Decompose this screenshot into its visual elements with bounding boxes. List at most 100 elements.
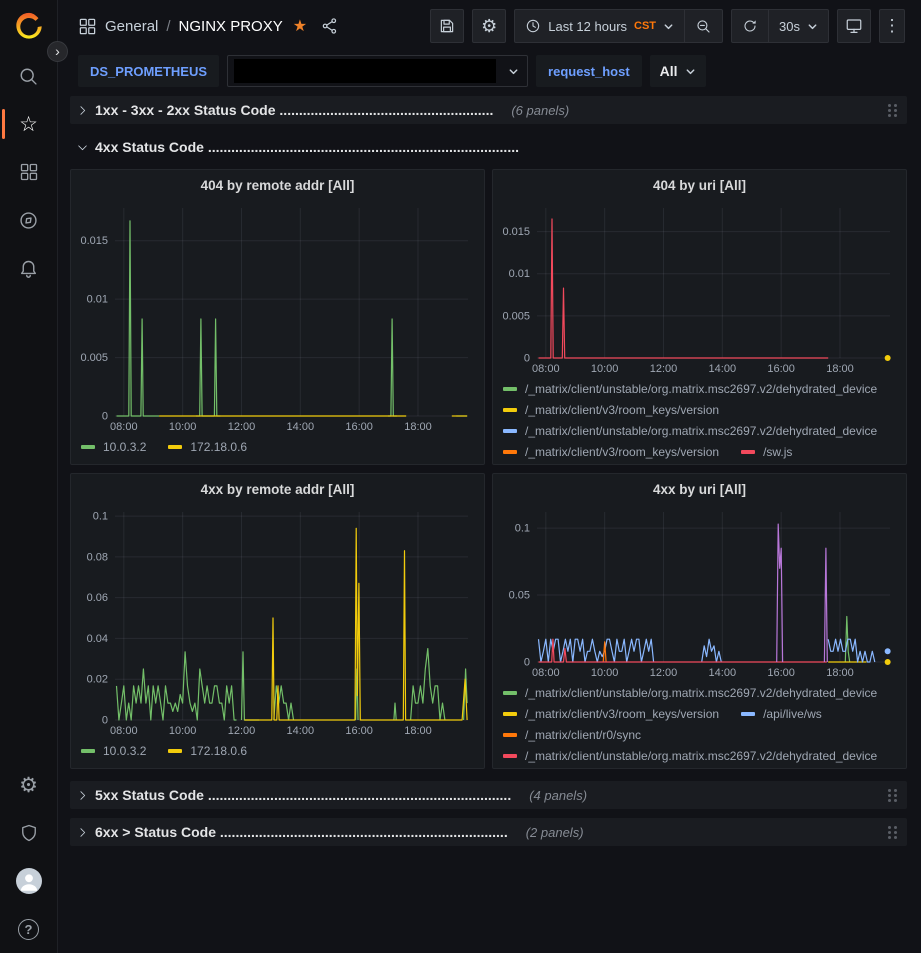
refresh-icon [742, 18, 758, 34]
legend-swatch [503, 429, 517, 433]
y-axis-tick-label: 0.02 [87, 674, 108, 686]
y-axis-tick-label: 0 [102, 715, 108, 727]
legend-item[interactable]: 172.18.0.6 [168, 436, 247, 457]
sidebar-item-profile[interactable] [0, 857, 58, 905]
legend-swatch [81, 445, 95, 449]
legend-item[interactable]: /_matrix/client/unstable/org.matrix.msc2… [503, 682, 877, 703]
chart-plot-area[interactable]: 00.050.108:0010:0012:0014:0016:0018:00 [499, 504, 900, 682]
row-6xx[interactable]: 6xx > Status Code ......................… [70, 818, 907, 846]
chevron-right-icon [76, 789, 89, 802]
chevron-down-icon [807, 21, 818, 32]
row-panel-count: (4 panels) [529, 788, 587, 803]
legend-item[interactable]: /_matrix/client/unstable/org.matrix.msc2… [503, 745, 877, 764]
series-point-marker [885, 659, 891, 665]
sidebar-item-dashboards[interactable] [0, 148, 58, 196]
panel-title[interactable]: 4xx by remote addr [All] [77, 474, 478, 504]
time-series-chart[interactable]: 00.050.108:0010:0012:0014:0016:0018:00 [499, 504, 900, 682]
row-drag-handle[interactable] [886, 824, 899, 841]
row-drag-handle[interactable] [886, 102, 899, 119]
breadcrumb-section[interactable]: General [105, 18, 158, 35]
legend-item[interactable]: /_matrix/client/unstable/org.matrix.msc2… [503, 378, 877, 399]
y-axis-tick-label: 0.1 [515, 523, 530, 535]
y-axis-tick-label: 0.005 [502, 310, 530, 322]
legend-item[interactable]: /api/live/ws [741, 703, 822, 724]
dashboard-panel: 4xx by uri [All]00.050.108:0010:0012:001… [492, 473, 907, 769]
panel-legend: /_matrix/client/unstable/org.matrix.msc2… [499, 682, 900, 764]
row-5xx[interactable]: 5xx Status Code ........................… [70, 781, 907, 809]
tv-mode-button[interactable] [837, 9, 871, 43]
series-point-marker [885, 648, 891, 654]
x-axis-tick-label: 18:00 [826, 363, 854, 375]
x-axis-tick-label: 14:00 [709, 667, 737, 679]
legend-item[interactable]: 10.0.3.2 [81, 740, 146, 761]
time-series-chart[interactable]: 00.020.040.060.080.108:0010:0012:0014:00… [77, 504, 478, 740]
chart-plot-area[interactable]: 00.020.040.060.080.108:0010:0012:0014:00… [77, 504, 478, 740]
series-line [388, 319, 397, 416]
legend-label: 10.0.3.2 [103, 744, 146, 758]
sidebar-item-help[interactable]: ? [0, 905, 58, 953]
legend-item[interactable]: /sw.js [741, 441, 792, 460]
share-icon[interactable] [321, 17, 339, 35]
refresh-button[interactable] [732, 10, 768, 42]
variable-value-ds-prometheus[interactable] [227, 55, 528, 87]
legend-item[interactable]: 172.18.0.6 [168, 740, 247, 761]
sidebar-item-explore[interactable] [0, 196, 58, 244]
legend-label: /_matrix/client/unstable/org.matrix.msc2… [525, 382, 877, 396]
series-point-marker [885, 355, 891, 361]
x-axis-tick-label: 18:00 [404, 421, 432, 433]
panel-title[interactable]: 404 by remote addr [All] [77, 170, 478, 200]
legend-item[interactable]: /_matrix/client/v3/room_keys/version [503, 399, 719, 420]
kebab-icon: ⋮ [884, 16, 901, 36]
time-picker-button[interactable]: Last 12 hours CST [515, 10, 684, 42]
x-axis-tick-label: 10:00 [591, 363, 619, 375]
chart-plot-area[interactable]: 00.0050.010.01508:0010:0012:0014:0016:00… [77, 200, 478, 436]
dashboard-content: 1xx - 3xx - 2xx Status Code ............… [70, 96, 907, 846]
legend-label: /sw.js [763, 445, 792, 459]
panel-title[interactable]: 4xx by uri [All] [499, 474, 900, 504]
y-axis-tick-label: 0.05 [509, 590, 530, 602]
monitor-icon [845, 17, 863, 35]
chevron-right-icon [76, 104, 89, 117]
variable-label-request-host[interactable]: request_host [536, 55, 642, 87]
series-line [117, 652, 237, 720]
compass-icon [18, 210, 39, 231]
legend-item[interactable]: /_matrix/client/v3/room_keys/version [503, 703, 719, 724]
y-axis-tick-label: 0.005 [80, 352, 108, 364]
series-line [777, 524, 783, 662]
row-4xx[interactable]: 4xx Status Code ........................… [70, 133, 907, 161]
time-series-chart[interactable]: 00.0050.010.01508:0010:0012:0014:0016:00… [77, 200, 478, 436]
time-series-chart[interactable]: 00.0050.010.01508:0010:0012:0014:0016:00… [499, 200, 900, 378]
legend-item[interactable]: /_matrix/client/v3/room_keys/version [503, 441, 719, 460]
search-icon [18, 66, 39, 87]
sidebar-item-starred[interactable]: ☆ [0, 100, 58, 148]
row-1xx-3xx-2xx[interactable]: 1xx - 3xx - 2xx Status Code ............… [70, 96, 907, 124]
sidebar-item-configuration[interactable]: ⚙ [0, 761, 58, 809]
x-axis-tick-label: 10:00 [169, 725, 197, 737]
variable-label-ds-prometheus[interactable]: DS_PROMETHEUS [78, 55, 219, 87]
panel-title[interactable]: 404 by uri [All] [499, 170, 900, 200]
dashboard-settings-button[interactable]: ⚙ [472, 9, 506, 43]
save-dashboard-button[interactable] [430, 9, 464, 43]
legend-item[interactable]: /_matrix/client/unstable/org.matrix.msc2… [503, 420, 877, 441]
legend-swatch [503, 712, 517, 716]
sidebar-expand-button[interactable]: › [47, 41, 68, 62]
refresh-interval-dropdown[interactable]: 30s [768, 10, 828, 42]
row-drag-handle[interactable] [886, 787, 899, 804]
variable-value-request-host[interactable]: All [650, 55, 706, 87]
legend-item[interactable]: 10.0.3.2 [81, 436, 146, 457]
sidebar-item-server-admin[interactable] [0, 809, 58, 857]
legend-item[interactable]: /_matrix/client/r0/sync [503, 724, 641, 745]
x-axis-tick-label: 10:00 [169, 421, 197, 433]
kebab-menu-button[interactable]: ⋮ [879, 9, 905, 43]
x-axis-tick-label: 12:00 [228, 725, 256, 737]
row-title: 1xx - 3xx - 2xx Status Code ............… [95, 102, 493, 118]
chart-plot-area[interactable]: 00.0050.010.01508:0010:0012:0014:0016:00… [499, 200, 900, 378]
legend-label: /_matrix/client/unstable/org.matrix.msc2… [525, 424, 877, 438]
sidebar-item-alerting[interactable] [0, 244, 58, 292]
favorite-star-icon[interactable]: ★ [293, 16, 307, 36]
series-line [539, 639, 654, 662]
panel-legend: 10.0.3.2 172.18.0.6 [77, 740, 478, 764]
zoom-out-button[interactable] [684, 10, 722, 42]
series-line [242, 652, 260, 720]
sidebar-item-search[interactable] [0, 52, 58, 100]
